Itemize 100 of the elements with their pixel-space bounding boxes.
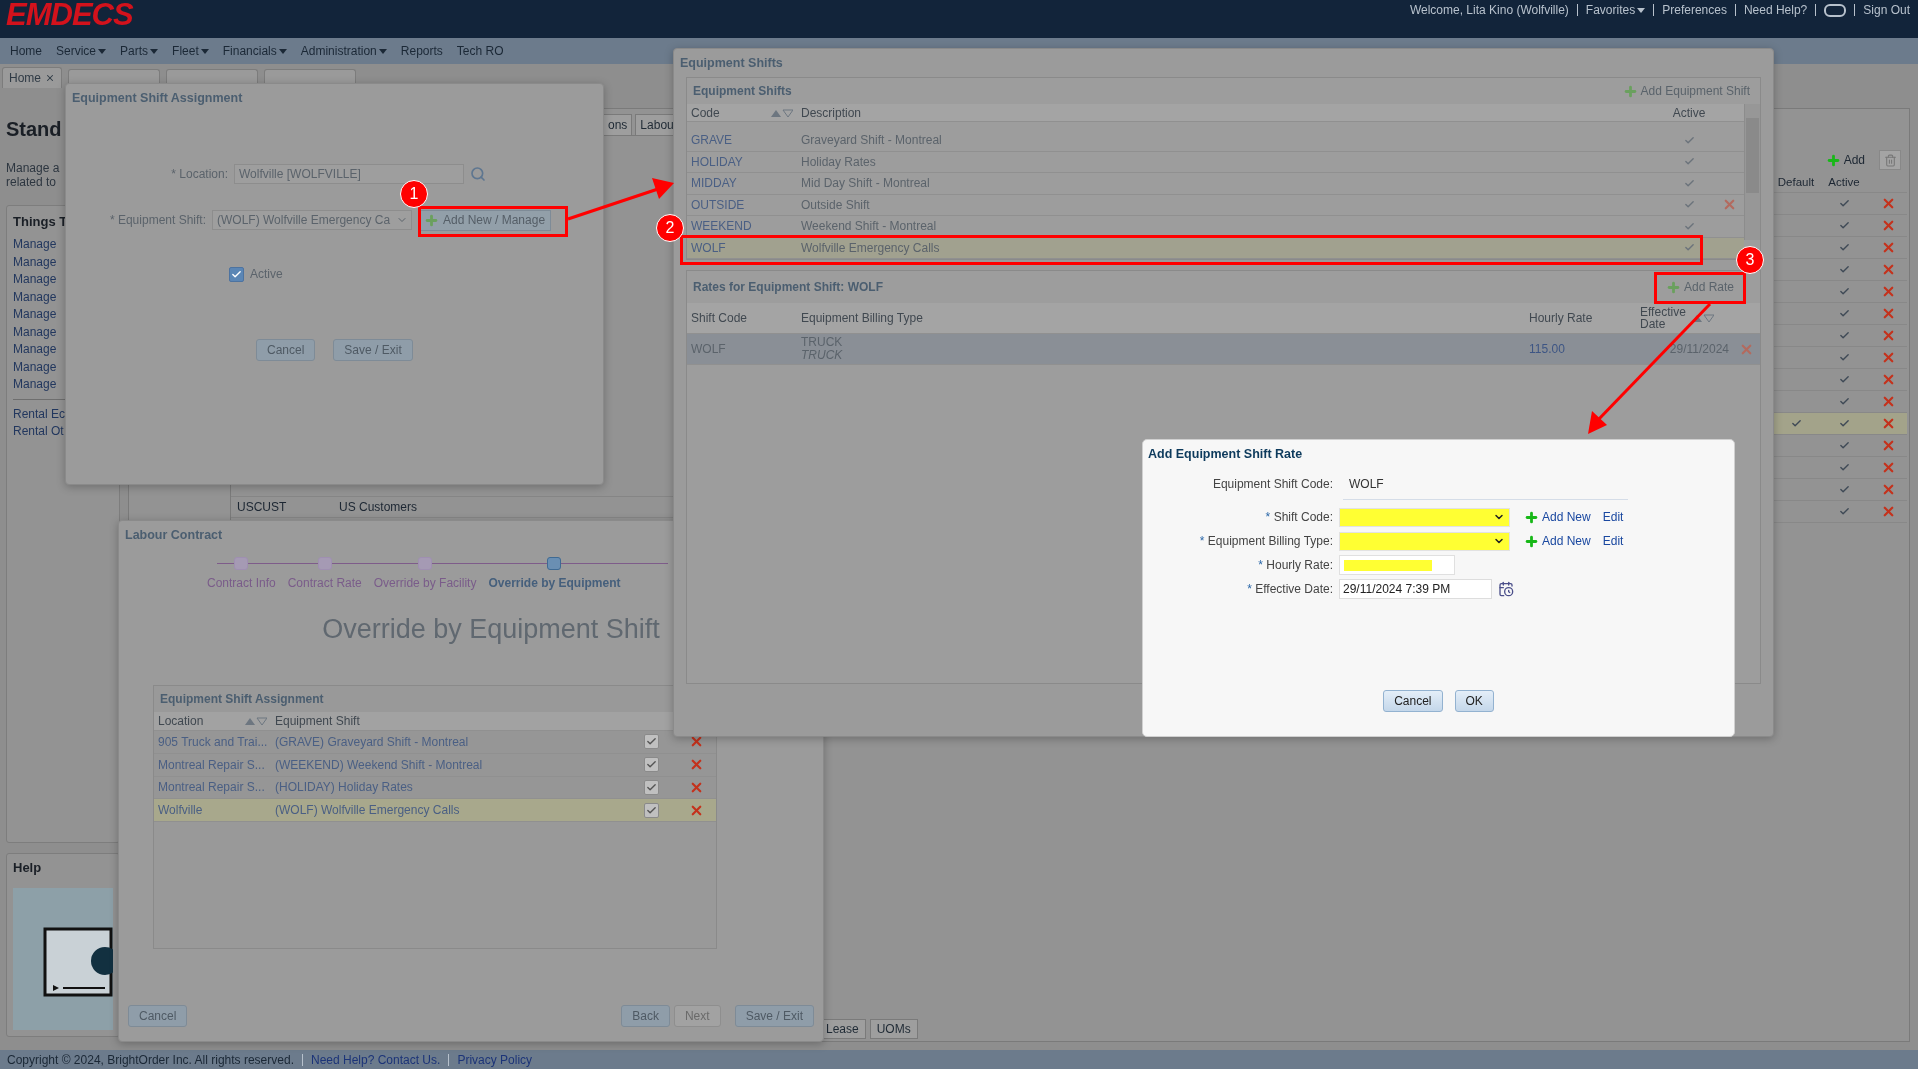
table-cell-text: Holiday Rates bbox=[800, 154, 877, 169]
video-thumbnail[interactable] bbox=[13, 888, 113, 1030]
nav-menu-item[interactable]: Service bbox=[56, 44, 107, 58]
add-new-link[interactable]: Add New bbox=[1524, 509, 1591, 525]
footer-link[interactable]: Need Help? Contact Us. bbox=[310, 1052, 441, 1067]
sidebar-link[interactable]: Manage bbox=[13, 341, 57, 359]
active-checkbox[interactable] bbox=[643, 780, 659, 795]
header-link[interactable]: Favorites bbox=[1585, 3, 1646, 17]
select-field[interactable] bbox=[1339, 531, 1510, 551]
scrollbar[interactable] bbox=[1744, 104, 1760, 240]
nav-menu-item[interactable]: Financials bbox=[222, 44, 287, 58]
sidebar-link[interactable]: Manage bbox=[13, 376, 57, 394]
date-field[interactable]: 29/11/2024 7:39 PM bbox=[1339, 579, 1492, 599]
nav-menu-item[interactable]: Tech RO bbox=[456, 44, 504, 58]
page-description: Manage a bbox=[6, 161, 61, 175]
column-header: Description bbox=[800, 105, 863, 120]
hourly-rate-field[interactable] bbox=[1339, 555, 1455, 575]
sort-icon[interactable] bbox=[245, 717, 267, 725]
welcome-text: Welcome, Lita Kino (Wolfville) bbox=[1409, 3, 1569, 17]
plus-icon bbox=[1622, 83, 1638, 99]
check-icon bbox=[1838, 484, 1850, 495]
shift-code-link[interactable]: WOLF bbox=[687, 240, 730, 255]
check-icon bbox=[1683, 134, 1695, 146]
shift-code-link[interactable]: MIDDAY bbox=[687, 176, 741, 191]
sidebar-link[interactable]: Manage bbox=[13, 271, 57, 289]
step-marker[interactable] bbox=[418, 557, 433, 570]
active-checkbox[interactable] bbox=[643, 802, 659, 818]
step-heading: Override by Equipment Shift bbox=[321, 614, 660, 645]
step-marker[interactable] bbox=[547, 557, 562, 570]
shift-code-link[interactable]: GRAVE bbox=[687, 133, 737, 148]
app-logo[interactable]: EMDECS bbox=[6, 0, 133, 30]
check-icon bbox=[231, 268, 242, 280]
active-checkbox[interactable] bbox=[643, 757, 659, 773]
delete-button[interactable] bbox=[1879, 150, 1901, 170]
step-label[interactable]: Contract Info bbox=[207, 576, 276, 590]
add-button[interactable]: Add bbox=[1825, 152, 1865, 168]
sidebar-link[interactable]: Manage bbox=[13, 253, 57, 271]
cancel-button[interactable]: Cancel bbox=[128, 1005, 188, 1027]
header-link[interactable]: Need Help? bbox=[1743, 3, 1808, 17]
nav-menu-item[interactable]: Home bbox=[10, 44, 42, 58]
caret-icon bbox=[1637, 7, 1646, 13]
page-title: Stand bbox=[6, 118, 62, 141]
sidebar-link[interactable]: Manage bbox=[13, 323, 57, 341]
add-rate-button[interactable]: Add Rate bbox=[1661, 279, 1738, 295]
dialog-button[interactable]: Save / Exit bbox=[333, 339, 413, 361]
caret-icon bbox=[378, 48, 387, 54]
table-cell-text: Outside Shift bbox=[800, 197, 871, 212]
close-icon[interactable] bbox=[45, 73, 55, 83]
step-label[interactable]: Override by Facility bbox=[373, 576, 477, 590]
field-label: Equipment Shift Code: bbox=[1211, 477, 1333, 491]
location-field[interactable]: Wolfville [WOLFVILLE] bbox=[234, 164, 464, 184]
add-new-manage-button[interactable]: Add New / Manage bbox=[418, 209, 552, 231]
footer-link[interactable]: Privacy Policy bbox=[457, 1052, 533, 1067]
nav-menu-item[interactable]: Reports bbox=[400, 44, 443, 58]
nav-menu-item[interactable]: Parts bbox=[120, 44, 159, 58]
sidebar-link[interactable]: Manage bbox=[13, 288, 57, 306]
dialog-button[interactable]: Cancel bbox=[1383, 690, 1443, 712]
page-description: related to bbox=[6, 175, 58, 189]
sort-icon[interactable] bbox=[771, 108, 793, 117]
status-icon[interactable] bbox=[1824, 3, 1847, 17]
add-new-link[interactable]: Add New bbox=[1524, 533, 1591, 549]
step-marker[interactable] bbox=[317, 557, 332, 570]
shift-code-link[interactable]: OUTSIDE bbox=[687, 197, 749, 212]
search-icon[interactable] bbox=[470, 166, 486, 182]
edit-link[interactable]: Edit bbox=[1602, 510, 1624, 524]
step-label[interactable]: Contract Rate bbox=[287, 576, 362, 590]
dialog-button[interactable]: OK bbox=[1454, 690, 1494, 712]
nav-menu-item[interactable]: Fleet bbox=[172, 44, 209, 58]
step-label[interactable]: Override by Equipment bbox=[488, 576, 621, 590]
wizard-button[interactable]: Back bbox=[621, 1005, 670, 1027]
edit-link[interactable]: Edit bbox=[1602, 534, 1624, 548]
sidebar-link[interactable]: Manage bbox=[13, 358, 57, 376]
column-header[interactable]: Location bbox=[154, 714, 271, 728]
nav-menu-item[interactable]: Administration bbox=[300, 44, 387, 58]
add-equipment-shift-button[interactable]: Add Equipment Shift bbox=[1618, 83, 1754, 99]
table-cell-text: (GRAVE) Graveyard Shift - Montreal bbox=[274, 734, 470, 749]
calendar-icon[interactable] bbox=[1498, 581, 1514, 597]
shift-code-link[interactable]: WEEKEND bbox=[687, 219, 756, 234]
table-cell-text: Mid Day Shift - Montreal bbox=[800, 176, 931, 191]
select-field[interactable] bbox=[1339, 507, 1510, 527]
shift-select[interactable]: (WOLF) Wolfville Emergency Ca bbox=[212, 210, 412, 230]
content-tab[interactable]: UOMs bbox=[869, 1019, 918, 1039]
table-cell-text: (HOLIDAY) Holiday Rates bbox=[274, 780, 414, 795]
sidebar-link[interactable]: Manage bbox=[13, 236, 57, 254]
column-header[interactable]: Code bbox=[687, 105, 797, 120]
sidebar-link[interactable]: Rental Ec bbox=[13, 405, 66, 423]
check-icon bbox=[645, 804, 657, 816]
shift-code-link[interactable]: HOLIDAY bbox=[687, 154, 747, 169]
wizard-button[interactable]: Save / Exit bbox=[734, 1005, 814, 1027]
content-tab[interactable]: ons bbox=[603, 114, 633, 135]
sidebar-link[interactable]: Manage bbox=[13, 306, 57, 324]
step-marker[interactable] bbox=[234, 557, 249, 570]
sidebar-link[interactable]: Rental Ot bbox=[13, 423, 64, 441]
sort-icon[interactable] bbox=[1692, 314, 1714, 322]
active-checkbox[interactable] bbox=[229, 266, 244, 282]
active-checkbox[interactable] bbox=[643, 734, 659, 750]
header-link[interactable]: Preferences bbox=[1662, 3, 1727, 17]
dialog-button[interactable]: Cancel bbox=[256, 339, 316, 361]
sign-out-link[interactable]: Sign Out bbox=[1863, 3, 1910, 17]
page-tab[interactable]: Home bbox=[2, 67, 62, 88]
